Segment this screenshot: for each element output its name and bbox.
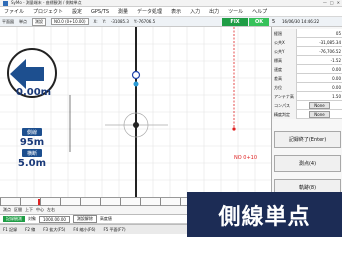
window-title: SyMo - 測量端末 - 座標観測 / 側線単点	[11, 0, 82, 5]
leftright-label: 左右	[47, 207, 55, 212]
toolbar-plan[interactable]: 平面図	[2, 19, 14, 25]
info-key: 公共Y	[272, 47, 297, 56]
info-value: 0.00	[332, 76, 341, 81]
offset-readout: 側線 95m 横断 5.0m	[17, 128, 47, 169]
info-key: 差高	[272, 74, 297, 83]
compass-value: None	[309, 102, 330, 109]
updown-label: 上下	[25, 207, 33, 212]
station-label: 測点	[3, 207, 11, 212]
left-arrow-icon	[10, 59, 44, 89]
record-observe-button[interactable]: 記録観測	[3, 216, 25, 222]
lateral-label: 側線	[22, 128, 42, 136]
toolbar: 平面図 単点 測設 NO.0 (0+10.00) X: Y: -31085.3 …	[0, 17, 342, 27]
record-end-button[interactable]: 記録終了(Enter)	[274, 131, 341, 148]
info-row: コンパス None	[272, 101, 342, 110]
info-row: 差高 0.00	[272, 74, 342, 83]
menu-project[interactable]: プロジェクト	[33, 8, 63, 15]
accuracy-select[interactable]: None	[298, 110, 342, 119]
menu-help[interactable]: ヘルプ	[252, 8, 267, 15]
station-point-marker[interactable]	[232, 127, 236, 131]
info-row: 方位 0.00	[272, 83, 342, 92]
compass-select[interactable]: None	[298, 101, 342, 110]
next-point-marker	[133, 81, 139, 87]
minimize-icon[interactable]: —	[323, 0, 327, 5]
menu-bar: ファイル プロジェクト 設定 GPS/TS 測量 データ処理 表示 入力 出力 …	[0, 7, 342, 17]
datetime: 16/06/30 14:46:22	[282, 19, 320, 24]
offset-label: 横断	[22, 149, 42, 157]
fix-status-badge: FIX	[222, 18, 248, 26]
target-label: 対象	[28, 216, 36, 221]
menu-gps-ts[interactable]: GPS/TS	[91, 9, 109, 15]
fn-key-4[interactable]: F4 縮小(F6)	[73, 227, 95, 233]
info-row: 標高 -1.52	[272, 56, 342, 65]
info-key: アンテナ高	[272, 92, 297, 101]
stakeout-mode[interactable]: 測設解除	[72, 215, 97, 223]
height-label: 高度値	[99, 216, 112, 221]
accuracy-value: None	[309, 111, 330, 118]
toolbar-y-value: Y:-76706.5	[133, 19, 156, 24]
info-row: 精度判定 None	[272, 110, 342, 119]
info-value: -76,706.52	[319, 49, 341, 54]
close-icon[interactable]: ✕	[337, 0, 340, 5]
info-key: 経過	[272, 29, 297, 38]
info-key: 速度	[272, 65, 297, 74]
info-row: 経過 05	[272, 29, 342, 38]
title-bar: SyMo - 測量端末 - 座標観測 / 側線単点 — □ ✕	[0, 0, 342, 7]
info-value: 0.00	[332, 85, 341, 90]
menu-tools[interactable]: ツール	[228, 8, 243, 15]
center-label: 中心	[36, 207, 44, 212]
fn-key-1[interactable]: F1 記録	[3, 227, 17, 233]
info-key: 方位	[272, 83, 297, 92]
fn-key-2[interactable]: F2 線	[25, 227, 35, 233]
bottom-strip	[0, 234, 342, 256]
info-key: 公共X	[272, 38, 297, 47]
mode-banner: 側線単点	[187, 192, 342, 237]
measure-button[interactable]: 測点(4)	[274, 155, 341, 172]
toolbar-stakeout[interactable]: 測設	[32, 17, 46, 26]
maximize-icon[interactable]: □	[330, 0, 334, 5]
menu-settings[interactable]: 設定	[72, 8, 82, 15]
window-controls: — □ ✕	[323, 0, 340, 5]
map-view[interactable]: 0.00m 側線 95m 横断 5.0m NO 0+10	[0, 27, 271, 197]
info-value: -1.52	[330, 58, 341, 63]
info-row: 公共Y -76,706.52	[272, 47, 342, 56]
menu-survey[interactable]: 測量	[118, 8, 128, 15]
toolbar-y-label: Y:	[102, 19, 106, 24]
station-value[interactable]: 1000.00.00	[39, 215, 70, 223]
section-label: 区間	[14, 207, 22, 212]
menu-data[interactable]: データ処理	[137, 8, 162, 15]
info-key: 精度判定	[272, 110, 297, 119]
info-row: 速度 0.00	[272, 65, 342, 74]
menu-file[interactable]: ファイル	[4, 8, 24, 15]
offset-value: 5.0m	[17, 158, 47, 169]
lateral-value: 95m	[19, 137, 45, 148]
info-value: 0.00	[332, 67, 341, 72]
toolbar-x-value: -31085.3	[110, 19, 129, 24]
info-key: コンパス	[272, 101, 297, 110]
info-row: アンテナ高 1.50	[272, 92, 342, 101]
menu-view[interactable]: 表示	[171, 8, 181, 15]
menu-output[interactable]: 出力	[209, 8, 219, 15]
satellite-count: 5	[272, 19, 276, 25]
toolbar-single[interactable]: 単点	[19, 19, 27, 25]
distance-readout: 0.00m	[16, 87, 52, 98]
station-point-label: NO 0+10	[234, 155, 257, 161]
info-key: 標高	[272, 56, 297, 65]
info-value: 05	[335, 31, 341, 36]
info-value: 1.50	[332, 94, 341, 99]
fn-key-3[interactable]: F3 拡大(F5)	[43, 227, 65, 233]
info-row: 公共X -31,085.34	[272, 38, 342, 47]
fn-key-5[interactable]: F5 平面(F7)	[103, 227, 125, 233]
toolbar-x-label: X:	[93, 19, 98, 24]
scale-position-marker	[38, 199, 40, 205]
menu-input[interactable]: 入力	[190, 8, 200, 15]
ok-status-badge: OK	[249, 18, 269, 26]
toolbar-station-select[interactable]: NO.0 (0+10.00)	[51, 18, 89, 25]
target-marker	[131, 70, 141, 80]
current-position-marker	[133, 122, 139, 128]
info-value: -31,085.34	[319, 40, 341, 45]
app-icon	[3, 0, 8, 6]
